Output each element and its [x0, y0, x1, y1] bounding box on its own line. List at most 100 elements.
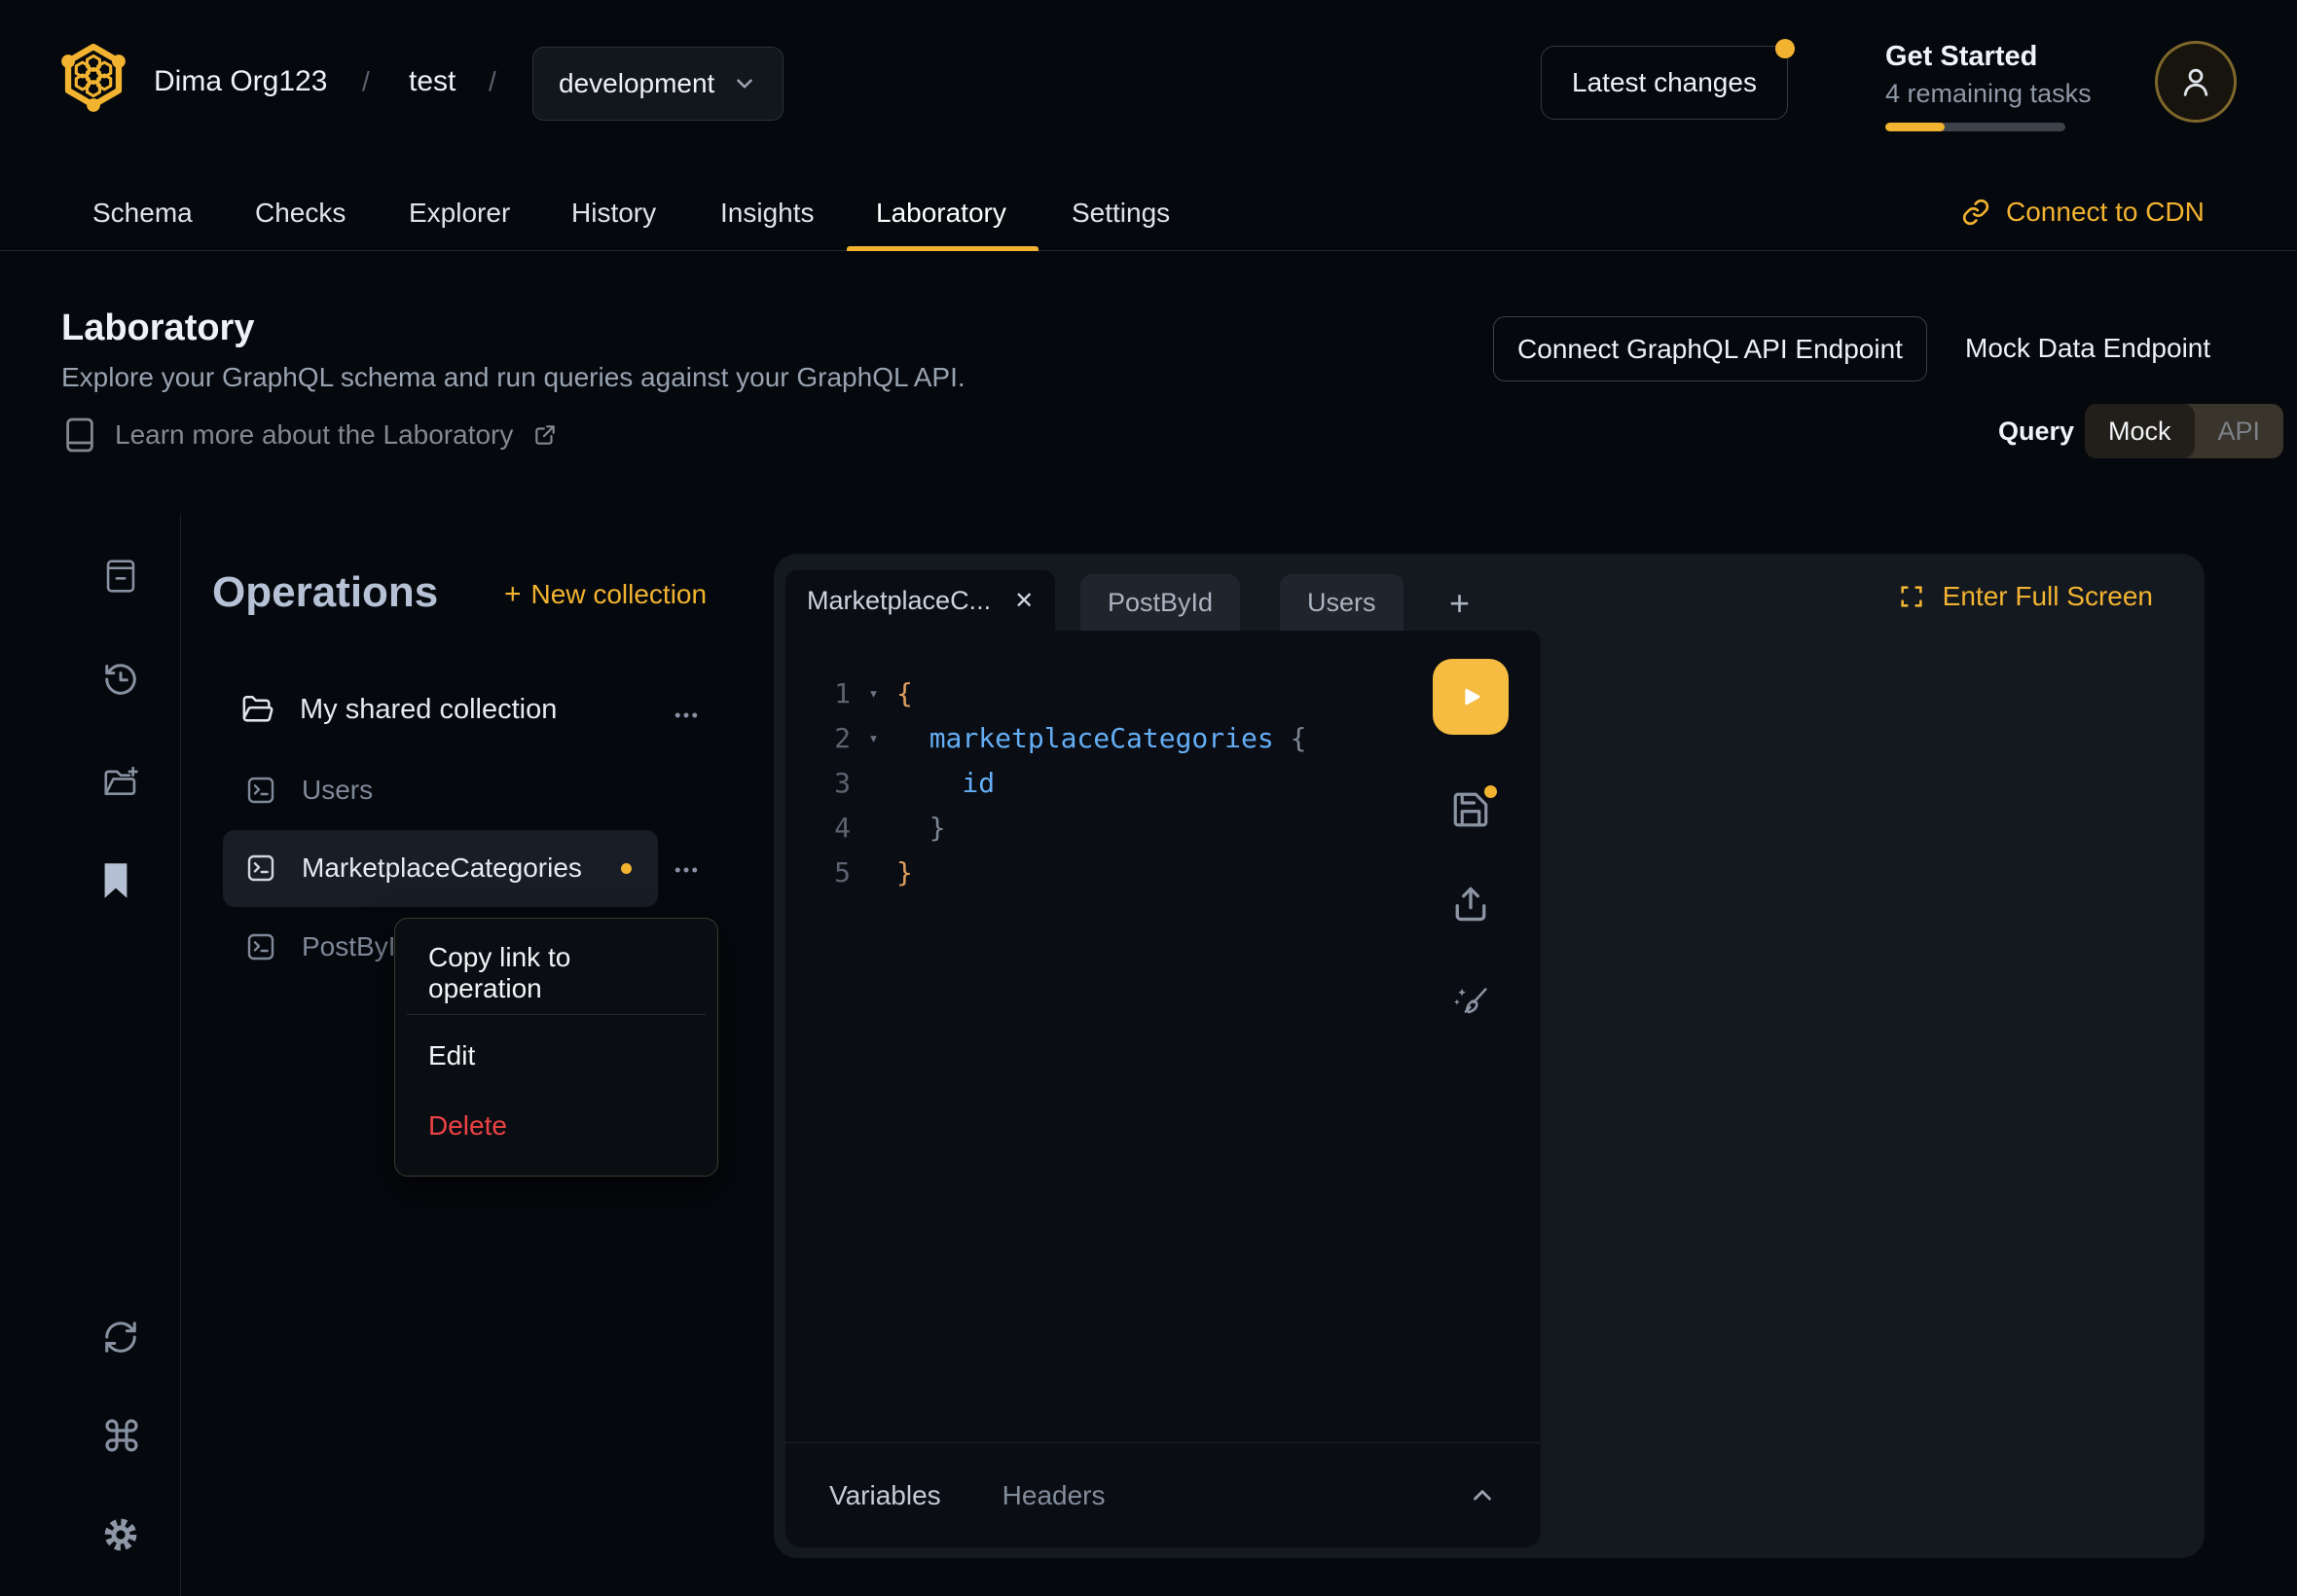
connect-endpoint-label: Connect GraphQL API Endpoint — [1517, 334, 1903, 365]
tab-settings[interactable]: Settings — [1072, 175, 1170, 250]
laboratory-panel: MarketplaceC... ✕ PostById Users + Enter… — [774, 554, 2205, 1558]
target-selector[interactable]: development — [532, 47, 784, 121]
tab-explorer[interactable]: Explorer — [409, 175, 510, 250]
variables-tab[interactable]: Variables — [829, 1480, 941, 1511]
rail-refetch-icon[interactable] — [102, 1319, 139, 1356]
operation-item-users[interactable]: Users — [245, 775, 373, 806]
query-mode-label: Query — [1998, 417, 2074, 447]
connect-cdn-label: Connect to CDN — [2006, 197, 2205, 228]
fold-marker-icon[interactable]: ▾ — [851, 671, 896, 716]
operation-context-menu: Copy link to operation Edit Delete — [394, 918, 718, 1177]
hive-logo-icon[interactable] — [58, 39, 128, 113]
tab-checks[interactable]: Checks — [255, 175, 346, 250]
variables-headers-bar: Variables Headers — [785, 1443, 1541, 1547]
learn-more-label: Learn more about the Laboratory — [115, 419, 513, 451]
connect-endpoint-button[interactable]: Connect GraphQL API Endpoint — [1493, 316, 1927, 381]
tab-history[interactable]: History — [571, 175, 656, 250]
code-line: 3id — [785, 761, 1541, 806]
query-editor[interactable]: 1▾{ 2▾marketplaceCategories { 3id 4} 5} — [785, 631, 1541, 1547]
menu-item-copy-link[interactable]: Copy link to operation — [395, 938, 717, 1008]
fold-marker-icon[interactable]: ▾ — [851, 716, 896, 761]
editor-tab-post-by-id[interactable]: PostById — [1080, 574, 1240, 631]
notification-dot — [1775, 39, 1795, 58]
operation-item-post-by-id[interactable]: PostById — [245, 931, 411, 962]
toggle-api[interactable]: API — [2195, 404, 2284, 458]
menu-item-edit[interactable]: Edit — [395, 1021, 717, 1091]
link-icon — [1961, 198, 1990, 227]
query-mode-toggle: Mock API — [2085, 404, 2283, 458]
code-line: 2▾marketplaceCategories { — [785, 716, 1541, 761]
folder-open-icon — [241, 693, 274, 726]
editor-actions — [1433, 659, 1509, 1023]
unsaved-changes-dot — [621, 863, 632, 874]
get-started-progress-fill — [1885, 123, 1945, 131]
headers-tab[interactable]: Headers — [1003, 1480, 1106, 1511]
chevron-down-icon — [732, 71, 757, 96]
collection-header[interactable]: My shared collection — [241, 693, 557, 726]
fullscreen-icon — [1898, 583, 1925, 610]
user-icon — [2176, 62, 2215, 101]
prettify-query-button[interactable] — [1448, 978, 1493, 1023]
toggle-mock[interactable]: Mock — [2085, 404, 2195, 458]
close-tab-icon[interactable]: ✕ — [1014, 587, 1034, 615]
collapse-panel-icon[interactable] — [1468, 1481, 1497, 1510]
breadcrumb-org[interactable]: Dima Org123 — [154, 65, 327, 98]
connect-cdn-link[interactable]: Connect to CDN — [1961, 197, 2205, 228]
rail-bookmarks-icon[interactable] — [102, 862, 129, 899]
unsaved-changes-dot — [1484, 785, 1497, 798]
code-line: 5} — [785, 851, 1541, 895]
mock-endpoint-link[interactable]: Mock Data Endpoint — [1965, 333, 2210, 364]
fullscreen-label: Enter Full Screen — [1943, 581, 2153, 612]
tab-insights[interactable]: Insights — [720, 175, 815, 250]
new-tab-button[interactable]: + — [1449, 583, 1470, 624]
rail-history-icon[interactable] — [102, 661, 139, 698]
book-icon — [64, 417, 95, 453]
rail-shortcuts-icon[interactable] — [102, 1416, 141, 1455]
editor-tab-users[interactable]: Users — [1280, 574, 1404, 631]
collection-more-button[interactable] — [672, 701, 701, 730]
get-started-progress — [1885, 123, 2065, 131]
top-nav: Schema Checks Explorer History Insights … — [0, 175, 2297, 251]
get-started-subtitle: 4 remaining tasks — [1885, 79, 2092, 109]
enter-fullscreen-button[interactable]: Enter Full Screen — [1898, 581, 2153, 612]
code-line: 4} — [785, 806, 1541, 851]
operation-icon — [245, 931, 276, 962]
new-collection-button[interactable]: + New collection — [504, 578, 707, 611]
breadcrumb-project[interactable]: test — [409, 65, 456, 98]
page-title: Laboratory — [61, 308, 254, 349]
rail-collections-icon[interactable] — [102, 557, 139, 596]
breadcrumb-separator-2: / — [489, 66, 496, 97]
menu-item-delete[interactable]: Delete — [395, 1091, 717, 1161]
new-collection-label: New collection — [531, 579, 708, 610]
share-operation-button[interactable] — [1449, 883, 1492, 925]
user-avatar[interactable] — [2155, 41, 2237, 123]
operation-more-button[interactable] — [672, 855, 701, 885]
app-header: Dima Org123 / test / development Latest … — [0, 0, 2297, 175]
get-started-widget[interactable]: Get Started 4 remaining tasks — [1885, 41, 2092, 131]
editor-tab-marketplace[interactable]: MarketplaceC... ✕ — [785, 570, 1055, 631]
save-operation-button[interactable] — [1450, 789, 1491, 830]
code-line: 1▾{ — [785, 671, 1541, 716]
external-link-icon — [532, 422, 558, 448]
play-icon — [1454, 680, 1487, 713]
operation-label: Users — [302, 775, 373, 806]
latest-changes-label: Latest changes — [1572, 67, 1757, 98]
run-query-button[interactable] — [1433, 659, 1509, 735]
menu-divider — [407, 1014, 706, 1015]
rail-new-collection-icon[interactable] — [102, 764, 139, 799]
tab-laboratory[interactable]: Laboratory — [876, 175, 1006, 250]
rail-settings-icon[interactable] — [102, 1516, 139, 1553]
operation-item-marketplace-categories[interactable]: MarketplaceCategories — [245, 852, 632, 884]
operation-icon — [245, 775, 276, 806]
latest-changes-button[interactable]: Latest changes — [1541, 46, 1788, 120]
operations-title: Operations — [212, 568, 438, 617]
get-started-title: Get Started — [1885, 41, 2092, 73]
page-description: Explore your GraphQL schema and run quer… — [61, 362, 966, 393]
breadcrumb-separator: / — [362, 66, 370, 97]
code-area: 1▾{ 2▾marketplaceCategories { 3id 4} 5} — [785, 671, 1541, 895]
tab-schema[interactable]: Schema — [92, 175, 193, 250]
operation-icon — [245, 852, 276, 884]
operation-label: MarketplaceCategories — [302, 852, 582, 884]
active-tab-underline — [847, 246, 1039, 251]
learn-more-link[interactable]: Learn more about the Laboratory — [64, 417, 558, 453]
